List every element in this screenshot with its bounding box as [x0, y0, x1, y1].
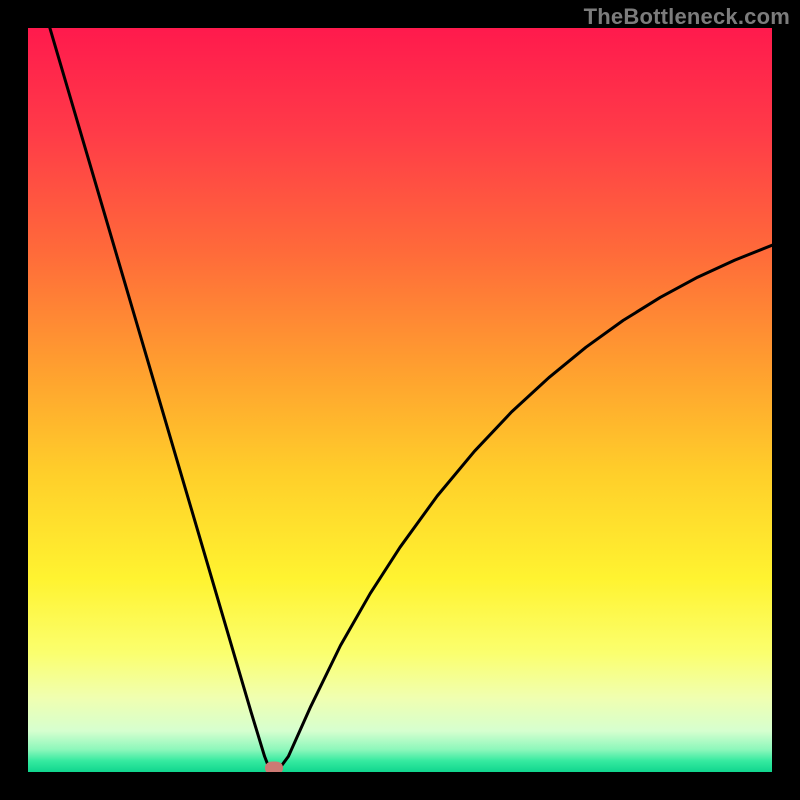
watermark-text: TheBottleneck.com: [584, 4, 790, 30]
optimal-point-marker: [265, 762, 283, 772]
bottleneck-curve: [28, 28, 772, 772]
chart-frame: TheBottleneck.com: [0, 0, 800, 800]
plot-area: [28, 28, 772, 772]
